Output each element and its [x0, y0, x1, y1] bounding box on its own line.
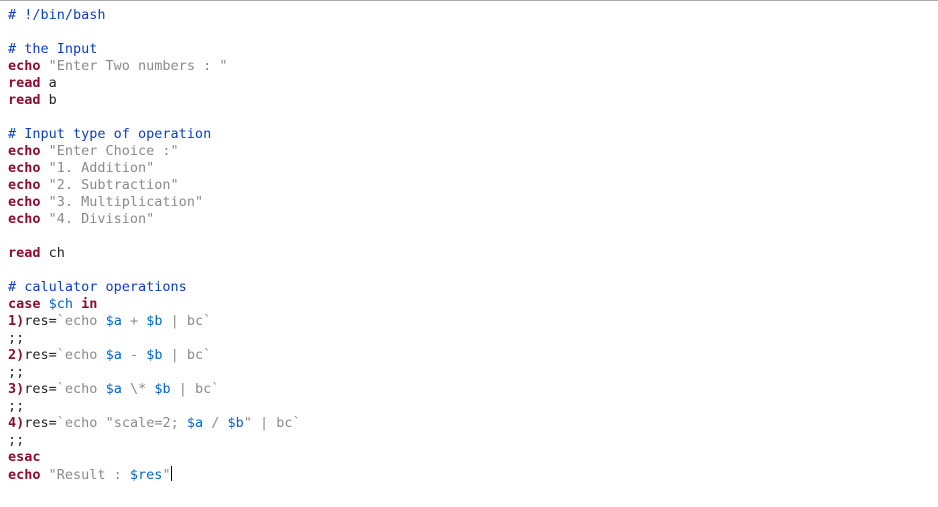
keyword-echo: echo	[8, 160, 41, 176]
code-comment: # calulator operations	[8, 279, 187, 295]
variable: $b	[154, 381, 170, 397]
space	[97, 313, 105, 329]
keyword-read: read	[8, 92, 41, 108]
string-literal: "Result :	[41, 467, 130, 483]
assignment: res=	[24, 415, 57, 431]
space	[97, 415, 105, 431]
text-cursor	[171, 466, 172, 481]
string-literal: "	[244, 415, 252, 431]
code-comment: # the Input	[8, 41, 97, 57]
backtick: `	[203, 313, 211, 329]
variable: $a	[106, 347, 122, 363]
code-comment: # !/bin/bash	[8, 7, 106, 23]
variable: $b	[146, 347, 162, 363]
code-comment: # Input type of operation	[8, 126, 211, 142]
keyword-read: read	[8, 245, 41, 261]
double-semicolon: ;;	[8, 330, 24, 346]
space	[97, 347, 105, 363]
backtick: `	[57, 415, 65, 431]
backtick: `	[57, 313, 65, 329]
keyword-esac: esac	[8, 449, 41, 465]
string-literal: "	[162, 467, 170, 483]
keyword-echo: echo	[65, 415, 98, 431]
variable: $a	[187, 415, 203, 431]
keyword-echo: echo	[8, 194, 41, 210]
double-semicolon: ;;	[8, 364, 24, 380]
assignment: res=	[24, 313, 57, 329]
assignment: res=	[24, 347, 57, 363]
pipe-bc: | bc	[163, 347, 204, 363]
case-label: 1)	[8, 313, 24, 329]
variable: $ch	[41, 296, 74, 312]
string-literal: "Enter Two numbers : "	[41, 58, 228, 74]
string-literal: "scale=2;	[106, 415, 187, 431]
operator: -	[122, 347, 146, 363]
identifier: a	[41, 75, 57, 91]
keyword-echo: echo	[65, 313, 98, 329]
keyword-echo: echo	[8, 143, 41, 159]
pipe-bc: | bc	[171, 381, 212, 397]
case-label: 4)	[8, 415, 24, 431]
backtick: `	[211, 381, 219, 397]
identifier: ch	[41, 245, 65, 261]
string-literal: "2. Subtraction"	[41, 177, 179, 193]
case-label: 2)	[8, 347, 24, 363]
backtick: `	[57, 381, 65, 397]
string-literal: "4. Division"	[41, 211, 155, 227]
keyword-read: read	[8, 75, 41, 91]
operator: /	[203, 415, 227, 431]
keyword-echo: echo	[65, 381, 98, 397]
case-label: 3)	[8, 381, 24, 397]
variable: $a	[106, 381, 122, 397]
code-editor[interactable]: # !/bin/bash # the Input echo "Enter Two…	[8, 7, 930, 484]
string-literal: "1. Addition"	[41, 160, 155, 176]
keyword-in: in	[73, 296, 97, 312]
pipe-bc: | bc	[252, 415, 293, 431]
backtick: `	[293, 415, 301, 431]
backtick: `	[57, 347, 65, 363]
double-semicolon: ;;	[8, 398, 24, 414]
string-literal: "Enter Choice :"	[41, 143, 179, 159]
variable: $res	[130, 467, 163, 483]
keyword-case: case	[8, 296, 41, 312]
operator: +	[122, 313, 146, 329]
assignment: res=	[24, 381, 57, 397]
keyword-echo: echo	[8, 58, 41, 74]
string-literal: "3. Multiplication"	[41, 194, 204, 210]
variable: $a	[106, 313, 122, 329]
variable: $b	[146, 313, 162, 329]
backtick: `	[203, 347, 211, 363]
keyword-echo: echo	[8, 467, 41, 483]
pipe-bc: | bc	[163, 313, 204, 329]
space	[97, 381, 105, 397]
variable: $b	[228, 415, 244, 431]
keyword-echo: echo	[8, 211, 41, 227]
identifier: b	[41, 92, 57, 108]
double-semicolon: ;;	[8, 432, 24, 448]
operator: \*	[122, 381, 155, 397]
keyword-echo: echo	[8, 177, 41, 193]
keyword-echo: echo	[65, 347, 98, 363]
